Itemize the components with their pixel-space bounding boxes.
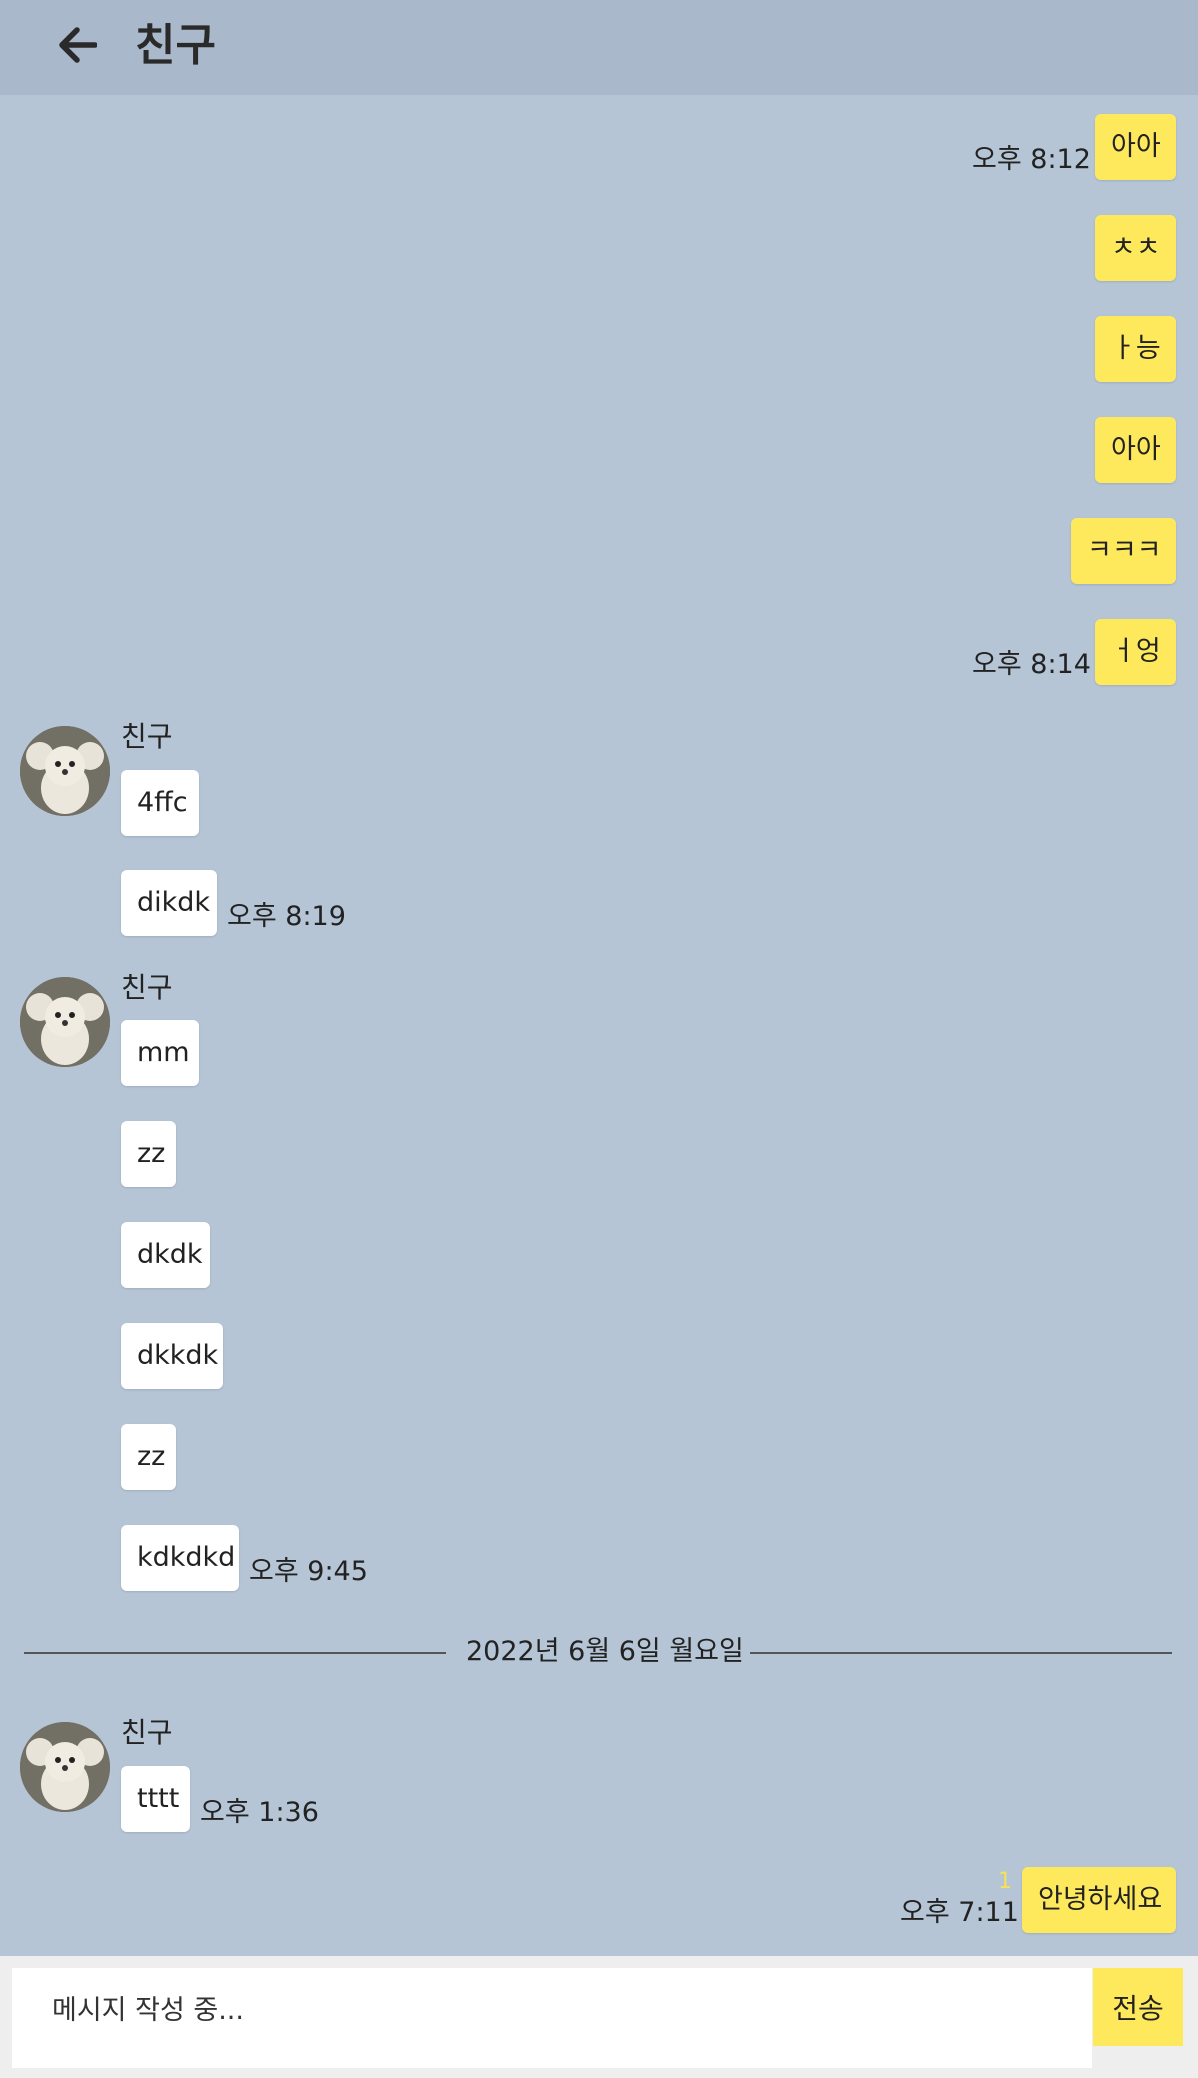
friend-message-bubble[interactable]: mm xyxy=(121,1020,199,1086)
message-time: 오후 8:12 xyxy=(972,144,1091,175)
friend-message-bubble[interactable]: dkdk xyxy=(121,1222,210,1288)
dog-avatar-icon xyxy=(20,726,110,816)
friend-message-bubble[interactable]: dikdk xyxy=(121,870,217,936)
friend-avatar[interactable] xyxy=(20,726,110,816)
my-message-bubble[interactable]: ㅊㅊ xyxy=(1095,215,1176,281)
dog-avatar-icon xyxy=(20,977,110,1067)
friend-message-bubble[interactable]: 4ffc xyxy=(121,770,199,836)
sender-name: 친구 xyxy=(121,971,173,1004)
back-button[interactable] xyxy=(52,20,102,70)
page-title: 친구 xyxy=(135,20,216,71)
send-button[interactable]: 전송 xyxy=(1093,1968,1183,2046)
friend-avatar[interactable] xyxy=(20,977,110,1067)
message-time: 오후 1:36 xyxy=(200,1797,319,1828)
dog-avatar-icon xyxy=(20,1722,110,1812)
my-message-bubble[interactable]: ㅏ능 xyxy=(1095,316,1176,382)
my-message-bubble[interactable]: 아아 xyxy=(1095,114,1176,180)
my-message-bubble[interactable]: ㅓ엉 xyxy=(1095,619,1176,685)
arrow-left-icon xyxy=(59,27,97,63)
my-message-bubble[interactable]: 안녕하세요 xyxy=(1022,1867,1176,1933)
friend-message-bubble[interactable]: dkkdk xyxy=(121,1323,223,1389)
message-input-bar: 전송 xyxy=(0,1956,1198,2078)
unread-count: 1 xyxy=(998,1869,1012,1894)
my-message-bubble[interactable]: 아아 xyxy=(1095,417,1176,483)
my-message-bubble[interactable]: ㅋㅋㅋ xyxy=(1071,518,1176,584)
friend-message-bubble[interactable]: zz xyxy=(121,1424,176,1490)
message-time: 오후 9:45 xyxy=(249,1556,368,1587)
message-input[interactable] xyxy=(12,1968,1092,2068)
friend-avatar[interactable] xyxy=(20,1722,110,1812)
date-divider: 2022년 6월 6일 월요일 xyxy=(466,1636,744,1667)
chat-screen: 친구 오후 8:12 아아 ㅊㅊ ㅏ능 아아 ㅋㅋㅋ 오후 8:14 ㅓ엉 친구… xyxy=(0,0,1198,2078)
chat-header: 친구 xyxy=(0,0,1198,95)
friend-message-bubble[interactable]: tttt xyxy=(121,1766,190,1832)
sender-name: 친구 xyxy=(121,720,173,753)
message-time: 오후 8:19 xyxy=(227,901,346,932)
date-divider-line xyxy=(750,1652,1172,1654)
message-time: 오후 7:11 xyxy=(900,1897,1019,1928)
date-divider-line xyxy=(24,1652,446,1654)
friend-message-bubble[interactable]: kdkdkd xyxy=(121,1525,239,1591)
sender-name: 친구 xyxy=(121,1716,173,1749)
message-time: 오후 8:14 xyxy=(972,649,1091,680)
friend-message-bubble[interactable]: zz xyxy=(121,1121,176,1187)
